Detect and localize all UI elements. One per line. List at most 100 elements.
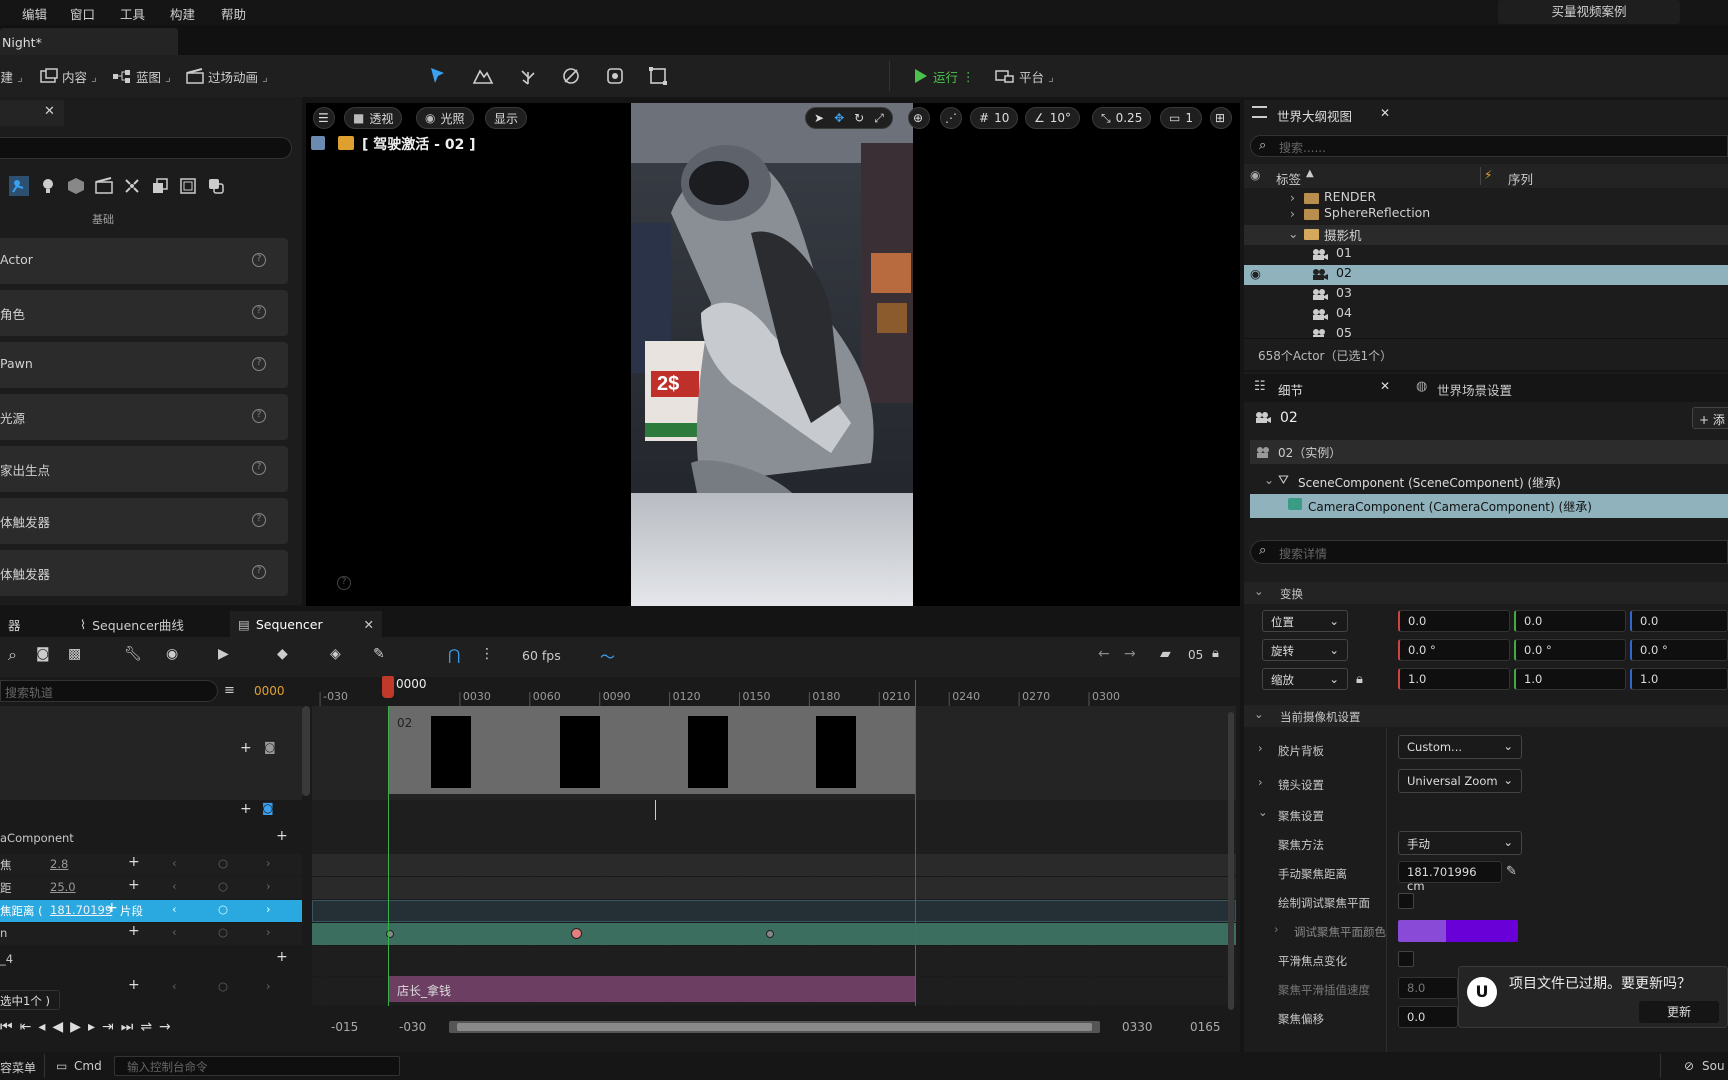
place-item-box-trigger[interactable]: 体触发器? xyxy=(0,498,288,544)
selected-actor-name[interactable]: 02 xyxy=(1280,410,1298,426)
step-forward-key-icon[interactable]: ⇥ xyxy=(102,1019,114,1035)
chevron-right-icon[interactable]: › xyxy=(1274,922,1279,936)
view-range-end-in[interactable]: 0330 xyxy=(1122,1020,1153,1034)
render-movie-icon[interactable]: ▩ xyxy=(68,646,81,662)
source-control-button[interactable]: Sou xyxy=(1702,1059,1725,1073)
pilot-eject-icon[interactable] xyxy=(311,136,325,150)
modeling-mode-icon[interactable] xyxy=(647,65,669,87)
smooth-speed-field[interactable]: 8.0 xyxy=(1398,977,1458,999)
location-z-field[interactable]: 0.0 xyxy=(1630,610,1728,632)
platforms-button[interactable]: 平台 ⌟ xyxy=(995,66,1054,86)
play-forward-icon[interactable]: ▶ xyxy=(70,1019,81,1035)
playback-end-icon[interactable]: → xyxy=(159,1019,171,1035)
view-range-end-out[interactable]: 0165 xyxy=(1190,1020,1221,1034)
prev-key-icon[interactable]: ‹ xyxy=(172,979,177,993)
close-icon[interactable]: ✕ xyxy=(1380,379,1390,393)
perspective-button[interactable]: ■ 透视 xyxy=(344,107,403,129)
edit-mode-pencil-icon[interactable]: ✎ xyxy=(373,646,385,662)
lens-dropdown[interactable]: Universal Zoom ⌄ xyxy=(1398,769,1522,793)
eye-icon[interactable]: ◉ xyxy=(1250,266,1261,281)
track-search-input[interactable]: 搜索轨道 xyxy=(0,680,218,702)
focus-offset-field[interactable]: 0.0 xyxy=(1398,1006,1458,1028)
content-drawer-button[interactable]: 容菜单 xyxy=(0,1059,36,1076)
scale-mode-dropdown[interactable]: 缩放 ⌄ xyxy=(1262,668,1348,690)
key-circle-icon[interactable]: ○ xyxy=(218,979,228,993)
close-icon[interactable]: ✕ xyxy=(44,104,55,119)
outliner-row-camera-02[interactable]: ◉ 02 xyxy=(1244,265,1728,285)
track-value[interactable]: 25.0 xyxy=(50,880,76,894)
filter-icon[interactable]: ≡ xyxy=(224,683,235,698)
menu-tools[interactable]: 工具 xyxy=(120,4,145,23)
navigate-forward-icon[interactable]: → xyxy=(1124,646,1136,662)
key-circle-icon[interactable]: ○ xyxy=(218,902,228,916)
camera-settings-section-header[interactable]: ⌄ 当前摄像机设置 xyxy=(1244,705,1728,727)
location-mode-dropdown[interactable]: 位置 ⌄ xyxy=(1262,610,1348,632)
menu-edit[interactable]: 编辑 xyxy=(22,4,47,23)
all-classes-category-icon[interactable] xyxy=(206,176,226,196)
key-circle-icon[interactable]: ○ xyxy=(218,879,228,893)
viewport-help-icon[interactable]: ? xyxy=(337,576,351,590)
scale-snap-button[interactable]: ⤡ 0.25 xyxy=(1092,107,1152,129)
translate-tool-icon[interactable]: ✥ xyxy=(834,111,844,125)
place-item-pawn[interactable]: Pawn? xyxy=(0,342,288,388)
open-sequence-folder-icon[interactable]: ▰ xyxy=(1160,646,1171,662)
foliage-mode-icon[interactable] xyxy=(517,65,539,87)
chevron-right-icon[interactable]: › xyxy=(1290,206,1295,221)
close-icon[interactable]: ✕ xyxy=(1380,106,1390,120)
location-y-field[interactable]: 0.0 xyxy=(1514,610,1626,632)
outliner-row-camera-01[interactable]: 01 xyxy=(1244,245,1728,265)
scale-y-field[interactable]: 1.0 xyxy=(1514,668,1626,690)
outliner-row-camera-03[interactable]: 03 xyxy=(1244,285,1728,305)
volumes-category-icon[interactable] xyxy=(178,176,198,196)
add-icon[interactable]: + xyxy=(276,828,288,844)
track-value[interactable]: 2.8 xyxy=(50,857,68,871)
geometry-category-icon[interactable] xyxy=(150,176,170,196)
jump-to-start-icon[interactable]: ⏮ xyxy=(0,1019,13,1035)
camera-icon[interactable]: ◙ xyxy=(264,740,276,754)
more-options-icon[interactable]: ⋮ xyxy=(480,646,494,662)
visual-effects-category-icon[interactable] xyxy=(122,176,142,196)
view-range-start-out[interactable]: -015 xyxy=(331,1020,358,1034)
transform-section-header[interactable]: ⌄ 变换 xyxy=(1244,582,1728,604)
prev-key-icon[interactable]: ‹ xyxy=(172,925,177,939)
help-icon[interactable]: ? xyxy=(252,357,266,371)
location-x-field[interactable]: 0.0 xyxy=(1398,610,1510,632)
key-circle-icon[interactable]: ○ xyxy=(218,856,228,870)
next-key-icon[interactable]: › xyxy=(266,979,271,993)
section-track-header[interactable]: n + ‹ ○ › xyxy=(0,923,302,945)
timeline-vertical-scrollbar[interactable] xyxy=(1228,712,1234,1010)
lock-icon[interactable]: 🔒︎ xyxy=(1212,646,1219,661)
chevron-down-icon[interactable]: ⌄ xyxy=(1288,226,1298,241)
close-icon[interactable]: ✕ xyxy=(364,617,374,632)
next-key-icon[interactable]: › xyxy=(266,925,271,939)
place-item-light[interactable]: 光源? xyxy=(0,394,288,440)
play-reverse-icon[interactable]: ◀ xyxy=(52,1019,63,1035)
camera-component-track-header[interactable]: aComponent + xyxy=(0,828,302,850)
play-button[interactable]: 运行 ⋮ xyxy=(913,66,975,86)
help-icon[interactable]: ? xyxy=(252,409,266,423)
lit-mode-button[interactable]: ◉ 光照 xyxy=(416,107,474,129)
place-item-sphere-trigger[interactable]: 体触发器? xyxy=(0,550,288,596)
help-icon[interactable]: ? xyxy=(252,513,266,527)
jump-to-end-icon[interactable]: ⏭ xyxy=(121,1019,134,1035)
manual-focus-distance-field[interactable]: 181.701996 cm xyxy=(1398,861,1502,893)
focus-settings-row[interactable]: ⌄ 聚焦设置 xyxy=(1244,804,1728,826)
cinematic-category-icon[interactable] xyxy=(94,176,114,196)
add-key-icon[interactable]: + xyxy=(128,877,140,893)
details-tab[interactable]: 细节 xyxy=(1278,380,1303,399)
chevron-right-icon[interactable]: › xyxy=(1258,741,1263,755)
menu-build[interactable]: 构建 xyxy=(170,4,195,23)
rotation-x-field[interactable]: 0.0 ° xyxy=(1398,639,1510,661)
rotation-mode-dropdown[interactable]: 旋转 ⌄ xyxy=(1262,639,1348,661)
tab-sequencer[interactable]: ▤ Sequencer ✕ xyxy=(230,611,382,637)
add-key-icon[interactable]: + xyxy=(128,977,140,993)
scene-component-row[interactable]: ⌄ ⛛ SceneComponent (SceneComponent) (继承) xyxy=(1250,470,1728,494)
smooth-focus-checkbox[interactable] xyxy=(1398,951,1414,967)
frame-rate-dropdown[interactable]: 60 fps xyxy=(522,648,561,663)
draw-debug-plane-checkbox[interactable] xyxy=(1398,893,1414,909)
tab-sequencer-curves[interactable]: ⌇ Sequencer曲线 xyxy=(72,611,192,637)
step-back-frame-icon[interactable]: ◂ xyxy=(38,1019,45,1035)
current-frame-field[interactable]: 0000 xyxy=(254,684,285,698)
basic-category-icon[interactable] xyxy=(9,176,29,196)
loop-icon[interactable]: ⇌ xyxy=(140,1019,152,1035)
